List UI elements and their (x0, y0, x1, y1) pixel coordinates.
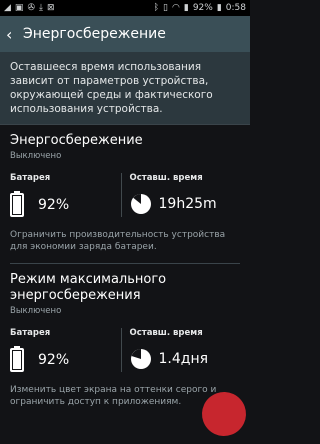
power-saving-status: Выключено (10, 151, 62, 161)
bluetooth-icon: ᛒ (153, 2, 160, 13)
app-bar: ‹ Энергосбережение (0, 16, 250, 52)
time-left-value: 1.4дня (158, 351, 209, 367)
download-icon: ⤓ (38, 2, 43, 13)
battery-label: Батарея (10, 173, 51, 183)
ultra-power-saving-section[interactable]: Режим максимального энергосбережения Вык… (0, 264, 250, 408)
app-icon: ✇ (27, 2, 35, 13)
power-saving-description: Ограничить производительность устройства… (10, 230, 226, 252)
time-pie-icon (130, 349, 151, 369)
status-bar: ◢ ▣ ✇ ⤓ ⊠ ᛒ ▯ ◠ ▮ 92% ▮ 0:58 (0, 0, 250, 16)
intro-text: Оставшееся время использования зависит о… (0, 52, 250, 125)
ultra-power-saving-status: Выключено (10, 306, 62, 316)
ex-icon: ⊠ (46, 2, 55, 13)
battery-percent: 92% (192, 3, 213, 13)
battery-value: 92% (38, 352, 70, 368)
clock: 0:58 (225, 3, 246, 13)
time-pie-icon (130, 194, 151, 214)
battery-value: 92% (38, 197, 70, 213)
time-left-label: Оставш. время (129, 328, 203, 338)
battery-label: Батарея (10, 328, 51, 338)
battery-icon: ▮ (216, 2, 222, 13)
notification-icon: ▣ (14, 2, 24, 13)
power-saving-section[interactable]: Энергосбережение Выключено Батарея 92% О… (0, 125, 250, 264)
time-left-label: Оставш. время (129, 173, 203, 183)
ultra-power-saving-title[interactable]: Режим максимального энергосбережения (10, 272, 240, 304)
page-title[interactable]: Энергосбережение (23, 26, 166, 42)
vibrate-icon: ▯ (163, 2, 168, 13)
signal-icon: ◢ (4, 2, 11, 13)
power-saving-title[interactable]: Энергосбережение (10, 133, 240, 149)
signal-bars-icon: ▮ (183, 2, 189, 13)
time-left-value: 19h25m (158, 196, 217, 212)
wifi-icon: ◠ (172, 2, 180, 13)
battery-level-icon (10, 346, 24, 372)
back-icon[interactable]: ‹ (6, 25, 18, 44)
battery-level-icon (10, 191, 24, 217)
